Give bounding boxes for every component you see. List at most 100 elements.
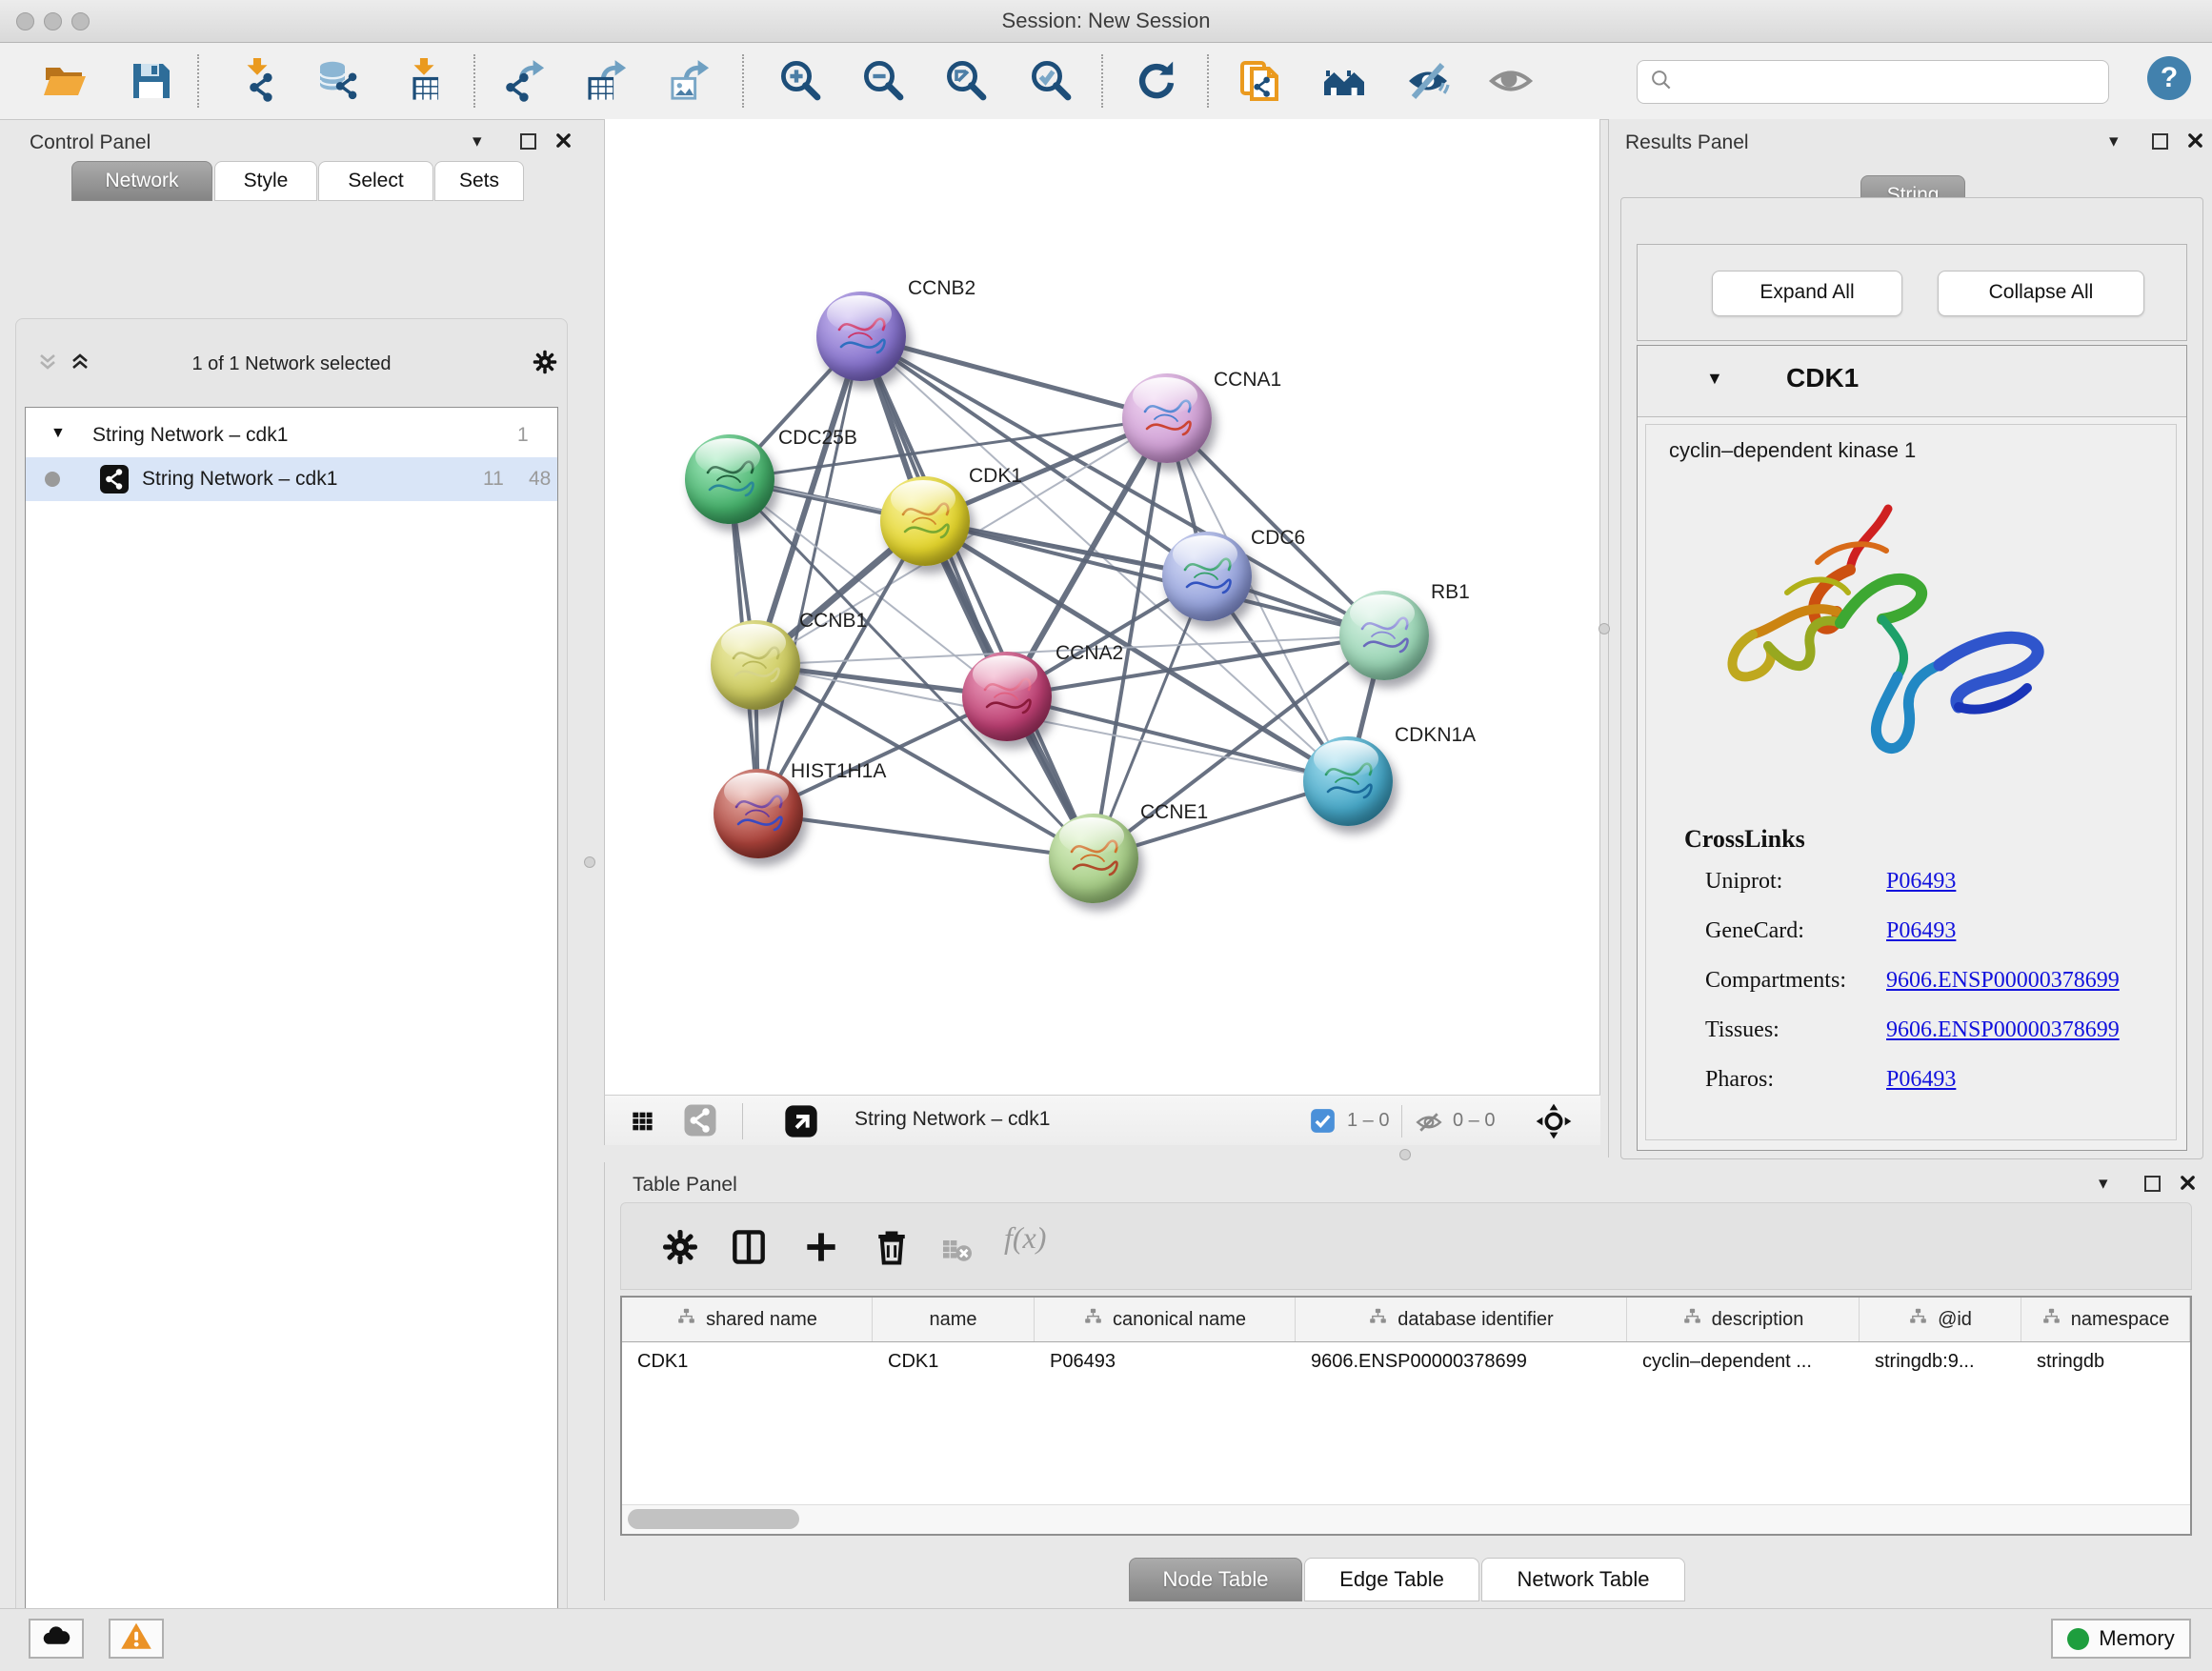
tab-edge-table[interactable]: Edge Table <box>1304 1558 1479 1601</box>
network-node-cdkn1a[interactable] <box>1303 736 1393 826</box>
gear-icon[interactable] <box>659 1226 701 1273</box>
import-table-icon[interactable] <box>403 58 449 104</box>
warning-button[interactable] <box>109 1619 164 1659</box>
table-cell[interactable]: 9606.ENSP00000378699 <box>1296 1341 1627 1381</box>
crosslink-link[interactable]: 9606.ENSP00000378699 <box>1886 968 2120 994</box>
search-box[interactable] <box>1637 60 2109 104</box>
crosslink-link[interactable]: 9606.ENSP00000378699 <box>1886 1017 2120 1043</box>
table-row[interactable]: CDK1CDK1P064939606.ENSP00000378699cyclin… <box>622 1341 2190 1381</box>
column-header-namespace[interactable]: namespace <box>2021 1298 2190 1341</box>
refresh-icon[interactable] <box>1134 58 1179 104</box>
column-header--id[interactable]: @id <box>1860 1298 2021 1341</box>
table-panel-close-icon[interactable] <box>2179 1174 2197 1197</box>
bottom-splitter-handle[interactable] <box>1399 1149 1411 1160</box>
network-node-ccna1[interactable] <box>1122 373 1212 463</box>
node-table[interactable]: shared namenamecanonical namedatabase id… <box>620 1296 2192 1536</box>
import-network-icon[interactable] <box>236 58 282 104</box>
crosslink-link[interactable]: P06493 <box>1886 869 1956 895</box>
network-node-cdk1[interactable] <box>880 476 970 566</box>
network-node-hist1h1a[interactable] <box>714 769 803 858</box>
save-session-icon[interactable] <box>128 58 173 104</box>
network-edge[interactable] <box>758 814 1094 858</box>
column-header-database-identifier[interactable]: database identifier <box>1296 1298 1627 1341</box>
column-header-description[interactable]: description <box>1627 1298 1860 1341</box>
crosslink-link[interactable]: P06493 <box>1886 918 1956 944</box>
table-cell[interactable]: cyclin–dependent ... <box>1627 1341 1860 1381</box>
horizontal-scrollbar[interactable] <box>622 1504 2190 1534</box>
crosslink-link[interactable]: P06493 <box>1886 1067 1956 1093</box>
results-panel-close-icon[interactable] <box>2186 131 2204 154</box>
zoom-fit-icon[interactable] <box>943 58 989 104</box>
table-cell[interactable]: stringdb <box>2021 1341 2190 1381</box>
tab-node-table[interactable]: Node Table <box>1129 1558 1302 1601</box>
gene-section-header[interactable]: ▼ CDK1 <box>1638 346 2186 417</box>
houses-icon[interactable] <box>1321 58 1367 104</box>
open-folder-icon[interactable] <box>42 58 88 104</box>
table-cell[interactable]: stringdb:9... <box>1860 1341 2021 1381</box>
network-node-ccne1[interactable] <box>1049 814 1138 903</box>
column-header-canonical-name[interactable]: canonical name <box>1035 1298 1296 1341</box>
control-panel-menu-icon[interactable]: ▾ <box>473 131 482 152</box>
control-panel-close-icon[interactable] <box>554 131 573 154</box>
table-cell[interactable]: P06493 <box>1035 1341 1296 1381</box>
function-icon[interactable]: f(x) <box>1004 1220 1046 1256</box>
table-panel-menu-icon[interactable]: ▾ <box>2099 1173 2108 1195</box>
column-header-name[interactable]: name <box>873 1298 1035 1341</box>
navigate-crosshair-icon[interactable] <box>1535 1102 1573 1145</box>
network-share-icon[interactable] <box>683 1103 717 1142</box>
network-view-canvas[interactable]: CCNB2 CCNA1 CDC25B CDK1 CDC6 RB1 <box>604 119 1600 1095</box>
tab-network-table[interactable]: Network Table <box>1481 1558 1685 1601</box>
help-button[interactable]: ? <box>2147 56 2191 100</box>
network-options-gear-icon[interactable] <box>531 348 559 381</box>
column-header-shared-name[interactable]: shared name <box>622 1298 873 1341</box>
clone-network-icon[interactable] <box>1237 58 1282 104</box>
add-icon[interactable] <box>800 1226 842 1273</box>
scrollbar-thumb[interactable] <box>628 1509 799 1529</box>
zoom-in-icon[interactable] <box>777 58 823 104</box>
hide-unhide-icon[interactable] <box>1405 58 1451 104</box>
table-cell[interactable]: CDK1 <box>873 1341 1035 1381</box>
tab-style[interactable]: Style <box>214 161 317 201</box>
zoom-out-icon[interactable] <box>860 58 906 104</box>
results-panel-float-icon[interactable] <box>2152 133 2168 150</box>
cloud-button[interactable] <box>29 1619 84 1659</box>
network-row-selected[interactable]: String Network – cdk1 11 48 <box>26 457 557 501</box>
network-node-ccna2[interactable] <box>962 652 1052 741</box>
control-panel-float-icon[interactable] <box>520 133 536 150</box>
network-node-cdc25b[interactable] <box>685 434 774 524</box>
expand-all-button[interactable]: Expand All <box>1712 271 1902 316</box>
network-edge[interactable] <box>861 336 1094 858</box>
tab-network[interactable]: Network <box>71 161 212 201</box>
network-node-rb1[interactable] <box>1339 591 1429 680</box>
delete-table-icon[interactable] <box>940 1232 975 1271</box>
collapse-triangle-icon[interactable]: ▼ <box>1706 369 1723 389</box>
export-image-icon[interactable] <box>667 58 713 104</box>
collapse-triangle-icon[interactable]: ▼ <box>50 425 66 442</box>
open-in-window-icon[interactable] <box>782 1102 820 1145</box>
table-cell[interactable]: CDK1 <box>622 1341 873 1381</box>
birdseye-grid-icon[interactable] <box>628 1106 658 1141</box>
tab-sets[interactable]: Sets <box>434 161 524 201</box>
results-panel-menu-icon[interactable]: ▾ <box>2109 131 2119 152</box>
left-splitter-handle[interactable] <box>584 856 595 868</box>
network-edge[interactable] <box>758 336 861 814</box>
network-node-cdc6[interactable] <box>1162 532 1252 621</box>
export-network-icon[interactable] <box>502 58 548 104</box>
table-panel-float-icon[interactable] <box>2144 1176 2161 1192</box>
right-splitter-handle[interactable] <box>1599 623 1610 634</box>
hidden-eye-icon[interactable] <box>1415 1108 1443 1141</box>
zoom-selected-icon[interactable] <box>1028 58 1074 104</box>
memory-button[interactable]: Memory <box>2051 1619 2191 1659</box>
export-table-icon[interactable] <box>584 58 630 104</box>
import-database-icon[interactable] <box>315 58 361 104</box>
show-eye-icon[interactable] <box>1488 58 1534 104</box>
search-input[interactable] <box>1681 70 2108 94</box>
network-node-ccnb1[interactable] <box>711 620 800 710</box>
trash-icon[interactable] <box>871 1226 913 1273</box>
network-node-ccnb2[interactable] <box>816 292 906 381</box>
collapse-all-button[interactable]: Collapse All <box>1938 271 2144 316</box>
selected-checkbox-icon[interactable] <box>1310 1108 1336 1138</box>
network-collection-row[interactable]: ▼ String Network – cdk1 1 <box>26 413 557 457</box>
tab-select[interactable]: Select <box>318 161 433 201</box>
columns-icon[interactable] <box>728 1226 770 1273</box>
